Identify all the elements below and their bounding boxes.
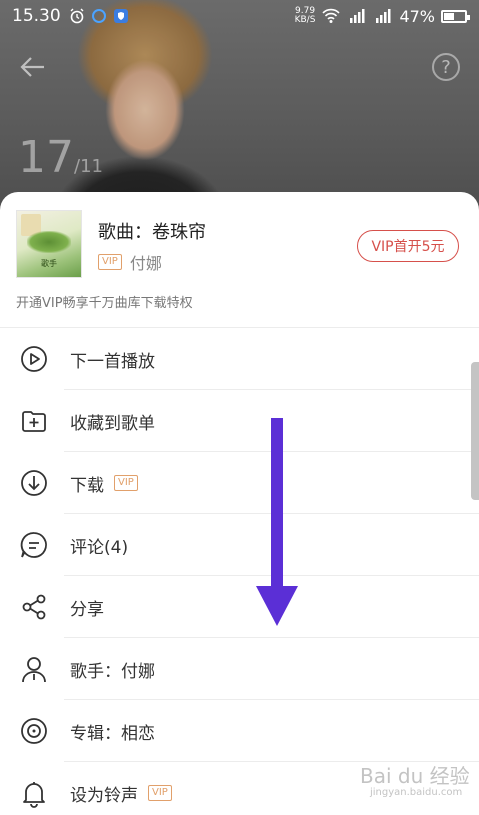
baidu-watermark: Bai du 经验 jingyan.baidu.com: [360, 764, 470, 798]
wifi-icon: [322, 8, 341, 23]
vip-badge: VIP: [98, 254, 122, 270]
battery-percent: 47%: [399, 6, 435, 26]
menu-item-singer[interactable]: 歌手：付娜: [0, 638, 479, 700]
song-action-menu: 下一首播放 收藏到歌单 下载 VIP 评论(4) 分享 歌手：付娜 专辑：相恋 …: [0, 328, 479, 815]
singer-icon: [22, 657, 46, 683]
sync-icon: [91, 9, 106, 23]
album-icon: [21, 718, 47, 744]
comment-icon: [20, 532, 47, 558]
status-time: 15.30: [12, 6, 61, 26]
menu-item-comments[interactable]: 评论(4): [0, 514, 479, 576]
signal-4g-icon: [376, 9, 391, 23]
vip-badge: VIP: [114, 475, 138, 491]
song-header: 歌手 歌曲：卷珠帘 VIP 付娜 VIP首开5元 开通VIP畅享千万曲库下载特权: [0, 192, 479, 328]
menu-item-add-to-playlist[interactable]: 收藏到歌单: [0, 390, 479, 452]
bell-icon: [23, 782, 45, 808]
page-counter: 17/11: [18, 132, 103, 183]
vip-subscribe-button[interactable]: VIP首开5元: [357, 230, 459, 262]
menu-item-download[interactable]: 下载 VIP: [0, 452, 479, 514]
status-bar: 15.30 9.79 KB/S 47%: [0, 0, 479, 32]
annotation-down-arrow: [256, 418, 298, 626]
vip-badge: VIP: [148, 785, 172, 801]
vip-promo-text: 开通VIP畅享千万曲库下载特权: [16, 296, 193, 311]
album-cover: 歌手: [16, 210, 82, 278]
download-icon: [21, 470, 47, 496]
song-title: 歌曲：卷珠帘: [98, 222, 206, 243]
help-icon[interactable]: ?: [432, 53, 460, 81]
add-to-playlist-icon: [22, 411, 46, 432]
battery-icon: [441, 9, 470, 23]
menu-item-play-next[interactable]: 下一首播放: [0, 328, 479, 390]
play-next-icon: [21, 346, 47, 372]
artist-name: 付娜: [129, 254, 162, 273]
back-arrow-icon[interactable]: [18, 52, 48, 82]
signal-icon: [350, 9, 365, 23]
song-options-sheet: 歌手 歌曲：卷珠帘 VIP 付娜 VIP首开5元 开通VIP畅享千万曲库下载特权…: [0, 192, 479, 815]
menu-item-album[interactable]: 专辑：相恋: [0, 700, 479, 762]
shield-icon: [113, 9, 128, 23]
share-icon: [22, 594, 46, 620]
network-speed: 9.79 KB/S: [294, 6, 316, 25]
menu-item-share[interactable]: 分享: [0, 576, 479, 638]
alarm-icon: [70, 8, 84, 24]
scrollbar[interactable]: [471, 362, 479, 500]
